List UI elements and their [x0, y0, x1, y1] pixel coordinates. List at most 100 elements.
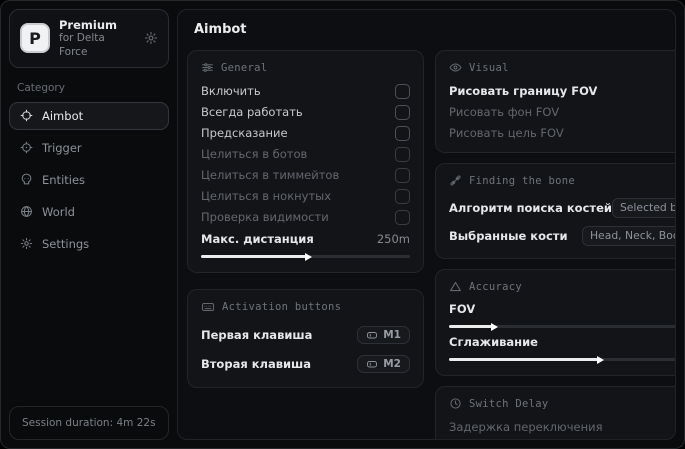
column-right: Visual Рисовать границу FOV Рисовать фон… — [435, 50, 676, 440]
sidebar-item-entities[interactable]: Entities — [9, 166, 169, 194]
toggle-label: Целиться в тиммейтов — [201, 168, 339, 182]
column-left: General Включить Всегда работать Предска… — [187, 50, 424, 388]
app-logo: P — [20, 23, 50, 53]
toggle-row: Целиться в тиммейтов — [201, 167, 410, 183]
toggle-row: Целиться в ботов — [201, 146, 410, 162]
toggle-label: Проверка видимости — [201, 210, 329, 224]
sidebar-item-aimbot[interactable]: Aimbot — [9, 102, 169, 130]
toggle-label: Предсказание — [201, 126, 288, 140]
main-header: Aimbot — [178, 10, 675, 48]
checkbox-target-bots[interactable] — [395, 147, 410, 162]
card-general-title: General — [201, 61, 410, 74]
sidebar-item-trigger[interactable]: Trigger — [9, 134, 169, 162]
sidebar-item-label: World — [42, 205, 75, 219]
globe-icon — [20, 205, 33, 218]
card-activation-title: Activation buttons — [201, 300, 410, 314]
slider-thumb[interactable] — [597, 356, 604, 364]
bone-label: Алгоритм поиска костей — [449, 201, 612, 215]
category-label: Category — [17, 82, 169, 94]
toggle-row: Целиться в нокнутых — [201, 188, 410, 204]
session-duration-text: Session duration: 4m 22s — [22, 417, 156, 429]
keybind-row: Первая клавиша M1 — [201, 323, 410, 347]
slider-label: Сглаживание — [449, 335, 538, 349]
toggle-label: Целиться в нокнутых — [201, 189, 331, 203]
checkbox-prediction[interactable] — [395, 126, 410, 141]
visual-label: Рисовать границу FOV — [449, 84, 597, 98]
bone-row: Алгоритм поиска костей Selected bone — [449, 196, 676, 219]
toggle-label: Включить — [201, 84, 261, 98]
card-finding-bone: Finding the bone Алгоритм поиска костей … — [435, 163, 676, 259]
checkbox-always-work[interactable] — [395, 105, 410, 120]
bone-row: Выбранные кости Head, Neck, Body, Pe... — [449, 224, 676, 247]
fov-slider[interactable] — [449, 325, 676, 328]
mouse-icon — [366, 358, 378, 370]
sidebar-item-label: Trigger — [42, 141, 82, 155]
toggle-row: Всегда работать — [201, 104, 410, 120]
checkbox-visibility-check[interactable] — [395, 210, 410, 225]
triangle-icon — [449, 280, 462, 293]
card-accuracy: Accuracy FOV 60° Сглаживание — [435, 269, 676, 376]
keybind-label: Первая клавиша — [201, 328, 312, 342]
entities-icon — [20, 173, 33, 186]
slider-thumb[interactable] — [491, 323, 498, 331]
sidebar-item-label: Entities — [42, 173, 85, 187]
main-panel: Aimbot General Включить Всегда работат — [177, 9, 676, 440]
brand-subtitle: for Delta Force — [59, 32, 135, 58]
keyboard-icon — [201, 300, 215, 314]
card-bone-title: Finding the bone — [449, 174, 676, 187]
eye-icon — [449, 61, 462, 74]
gear-icon — [20, 237, 33, 250]
slider-fov: FOV 60° — [449, 302, 676, 328]
bone-algorithm-dropdown[interactable]: Selected bone — [612, 198, 676, 218]
sidebar-item-label: Aimbot — [42, 109, 83, 123]
toggle-row: Задержка переключения — [449, 419, 676, 435]
visual-label: Рисовать фон FOV — [449, 105, 559, 119]
card-visual: Visual Рисовать границу FOV Рисовать фон… — [435, 50, 676, 153]
sidebar-item-settings[interactable]: Settings — [9, 230, 169, 258]
sidebar-item-world[interactable]: World — [9, 198, 169, 226]
card-general: General Включить Всегда работать Предска… — [187, 50, 424, 273]
smoothing-slider[interactable] — [449, 358, 676, 361]
bone-label: Выбранные кости — [449, 229, 568, 243]
checkbox-target-knocked[interactable] — [395, 189, 410, 204]
selected-bones-dropdown[interactable]: Head, Neck, Body, Pe... — [582, 226, 676, 246]
card-switch-delay-title: Switch Delay — [449, 397, 676, 410]
checkbox-target-teammates[interactable] — [395, 168, 410, 183]
crosshair-icon — [20, 109, 33, 122]
slider-smoothing: Сглаживание 50% — [449, 335, 676, 361]
slider-thumb[interactable] — [305, 253, 312, 261]
sliders-icon — [201, 61, 214, 74]
page-title: Aimbot — [194, 22, 659, 37]
content: General Включить Всегда работать Предска… — [178, 48, 675, 440]
toggle-row: Предсказание — [201, 125, 410, 141]
slider-label: FOV — [449, 302, 475, 316]
toggle-label: Задержка переключения — [449, 420, 602, 434]
trigger-icon — [20, 141, 33, 154]
keybind-button-second[interactable]: M2 — [357, 355, 410, 373]
brand-title: Premium — [59, 18, 135, 32]
max-distance-slider[interactable] — [201, 255, 410, 258]
toggle-row: Проверка видимости — [201, 209, 410, 225]
card-activation-buttons: Activation buttons Первая клавиша M1 Вто… — [187, 289, 424, 388]
slider-value: 250m — [377, 232, 410, 246]
keybind-row: Вторая клавиша M2 — [201, 352, 410, 376]
sidebar-nav: Aimbot Trigger Entities World Settings — [9, 102, 169, 258]
toggle-label: Всегда работать — [201, 105, 303, 119]
checkbox-enable[interactable] — [395, 84, 410, 99]
premium-gear-icon[interactable] — [144, 31, 158, 45]
session-duration-card: Session duration: 4m 22s — [9, 406, 169, 440]
slider-label: Макс. дистанция — [201, 232, 314, 246]
sidebar: P Premium for Delta Force Category Aimbo… — [1, 1, 177, 448]
visual-row: Рисовать границу FOV — [449, 83, 676, 99]
card-accuracy-title: Accuracy — [449, 280, 676, 293]
premium-card: P Premium for Delta Force — [9, 9, 169, 68]
toggle-row: Включить — [201, 83, 410, 99]
keybind-button-first[interactable]: M1 — [357, 326, 410, 344]
mouse-icon — [366, 329, 378, 341]
toggle-label: Целиться в ботов — [201, 147, 307, 161]
visual-row: Рисовать фон FOV — [449, 104, 676, 120]
bone-icon — [449, 174, 462, 187]
sidebar-item-label: Settings — [42, 237, 89, 251]
card-visual-title: Visual — [449, 61, 676, 74]
clock-icon — [449, 397, 462, 410]
